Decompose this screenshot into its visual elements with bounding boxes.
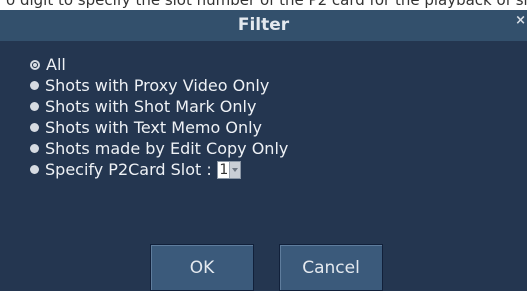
radio-icon[interactable] xyxy=(30,165,39,174)
option-edit-copy[interactable]: Shots made by Edit Copy Only xyxy=(30,138,288,159)
chevron-down-icon[interactable] xyxy=(228,161,240,178)
option-p2card-slot[interactable]: Specify P2Card Slot : 1 xyxy=(30,159,288,180)
dialog-title: Filter xyxy=(237,15,290,35)
option-all[interactable]: All xyxy=(30,54,288,75)
radio-icon[interactable] xyxy=(30,81,39,90)
radio-icon[interactable] xyxy=(30,144,39,153)
option-label: All xyxy=(46,55,66,74)
close-icon[interactable]: × xyxy=(515,13,526,28)
ok-button[interactable]: OK xyxy=(150,244,254,291)
dialog-titlebar: Filter × xyxy=(0,10,527,41)
option-label: Shots with Proxy Video Only xyxy=(45,76,270,95)
filter-dialog: Filter × All Shots with Proxy Video Only… xyxy=(0,10,527,291)
background-document-text: o digit to specify the slot number of th… xyxy=(0,0,527,10)
option-text-memo[interactable]: Shots with Text Memo Only xyxy=(30,117,288,138)
option-label: Shots made by Edit Copy Only xyxy=(45,139,289,158)
radio-icon[interactable] xyxy=(30,123,39,132)
option-label: Shots with Text Memo Only xyxy=(45,118,263,137)
filter-options: All Shots with Proxy Video Only Shots wi… xyxy=(30,54,288,180)
radio-icon[interactable] xyxy=(30,102,39,111)
slot-dropdown-value: 1 xyxy=(219,161,229,178)
radio-selected-icon[interactable] xyxy=(30,59,40,70)
slot-dropdown[interactable]: 1 xyxy=(216,160,241,179)
option-label: Shots with Shot Mark Only xyxy=(45,97,257,116)
option-proxy-video[interactable]: Shots with Proxy Video Only xyxy=(30,75,288,96)
option-shot-mark[interactable]: Shots with Shot Mark Only xyxy=(30,96,288,117)
option-label: Specify P2Card Slot : xyxy=(45,160,212,179)
background-text-line: o digit to specify the slot number of th… xyxy=(6,0,527,9)
cancel-button[interactable]: Cancel xyxy=(279,244,383,291)
